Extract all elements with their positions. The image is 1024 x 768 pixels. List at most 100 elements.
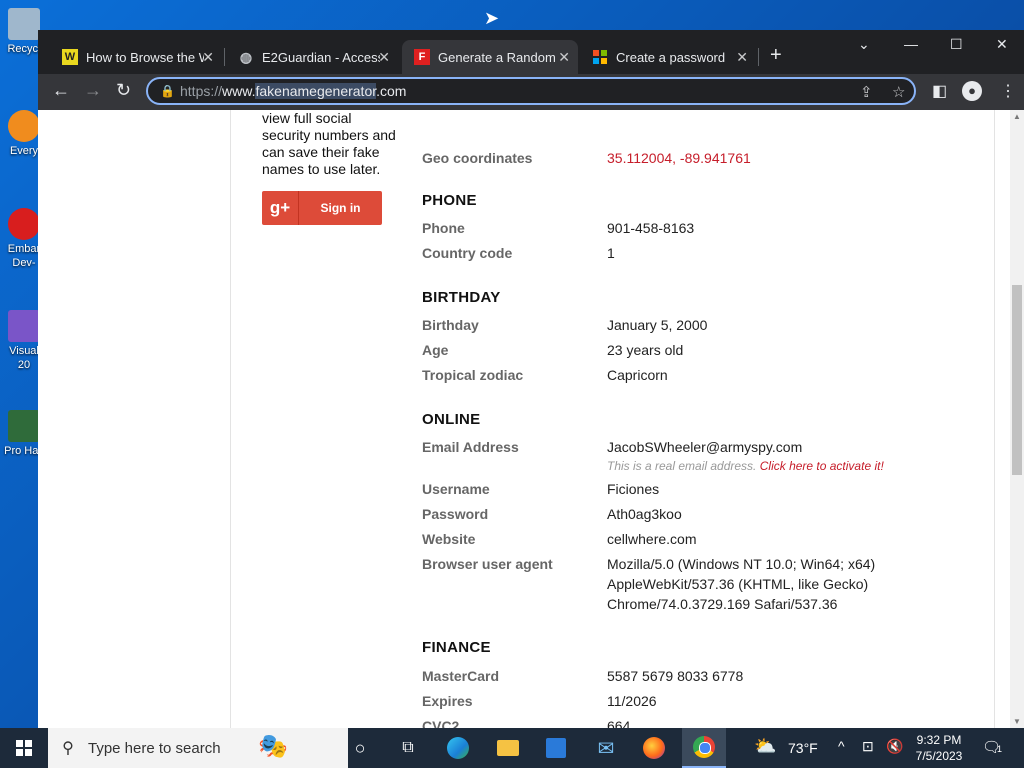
- age-value: 23 years old: [607, 342, 684, 358]
- cvc2-value: 664: [607, 718, 631, 728]
- tab-fakename[interactable]: F Generate a Random N ✕: [402, 40, 578, 74]
- section-finance: FINANCE: [422, 639, 491, 656]
- right-divider: [994, 110, 995, 728]
- share-icon[interactable]: ⇪: [860, 83, 873, 101]
- weather-icon[interactable]: ⛅: [754, 736, 776, 757]
- firefox-icon[interactable]: [636, 728, 672, 768]
- side-panel-icon[interactable]: ◧: [932, 81, 947, 101]
- phone-label: Phone: [422, 220, 465, 236]
- tab-title: E2Guardian - Access: [262, 49, 380, 65]
- scrollbar-thumb[interactable]: [1012, 285, 1022, 475]
- useragent-label: Browser user agent: [422, 556, 553, 572]
- mouse-cursor-icon: ➤: [484, 8, 500, 28]
- windows-icon: [16, 740, 32, 756]
- google-plus-icon: g+: [262, 191, 299, 225]
- tab-search-button[interactable]: ⌄: [858, 36, 870, 53]
- username-label: Username: [422, 481, 490, 497]
- url-host-prefix: www.: [222, 83, 256, 99]
- clock[interactable]: 9:32 PM 7/5/2023: [912, 732, 966, 764]
- start-button[interactable]: [0, 728, 48, 768]
- google-signin-button[interactable]: g+ Sign in: [262, 191, 382, 225]
- tab-wikihow[interactable]: W How to Browse the W ✕: [50, 40, 222, 74]
- forward-button[interactable]: →: [84, 80, 102, 101]
- desktop-icon-label: Recycl: [7, 43, 41, 55]
- weather-temp[interactable]: 73°F: [788, 740, 818, 756]
- taskbar-search-box[interactable]: ⚲ Type here to search 🎭: [48, 728, 348, 768]
- age-label: Age: [422, 342, 449, 358]
- expires-value: 11/2026: [607, 693, 657, 709]
- email-note-text: This is a real email address.: [607, 459, 757, 473]
- desktop-icon-label: Visual 20: [9, 345, 39, 371]
- password-value: Ath0ag3koo: [607, 506, 682, 522]
- promo-text: view full social security numbers and ca…: [262, 110, 396, 177]
- globe-icon: ◍: [239, 48, 253, 65]
- url-host-selected: fakenamegenerator: [255, 83, 377, 99]
- chevron-up-icon[interactable]: ^: [838, 738, 845, 754]
- mastercard-value: 5587 5679 8033 6778: [607, 668, 744, 684]
- page-scrollbar[interactable]: ▲ ▼: [1010, 110, 1024, 728]
- tab-title: Create a password: [616, 49, 726, 65]
- bookmark-star-icon[interactable]: ☆: [892, 83, 905, 101]
- email-label: Email Address: [422, 439, 519, 455]
- scroll-up-icon[interactable]: ▲: [1013, 112, 1021, 121]
- close-window-button[interactable]: ✕: [996, 36, 1008, 53]
- store-icon[interactable]: [538, 728, 574, 768]
- new-tab-button[interactable]: +: [770, 44, 782, 67]
- activate-email-link[interactable]: Click here to activate it!: [760, 459, 884, 473]
- address-bar[interactable]: 🔒 https://www.fakenamegenerator.com ⇪ ☆: [146, 77, 916, 105]
- signin-label: Sign in: [320, 201, 361, 215]
- geo-value[interactable]: 35.112004, -89.941761: [607, 148, 751, 168]
- back-button[interactable]: ←: [52, 80, 70, 101]
- phone-value: 901-458-8163: [607, 220, 695, 236]
- clock-time: 9:32 PM: [916, 733, 962, 747]
- everything-icon: [8, 110, 40, 142]
- email-note: This is a real email address. Click here…: [607, 459, 884, 473]
- network-icon[interactable]: ⊡: [862, 738, 874, 755]
- notification-count: 1: [997, 744, 1003, 754]
- section-phone: PHONE: [422, 192, 477, 209]
- chrome-taskbar-icon[interactable]: [682, 728, 726, 768]
- tab-separator: [224, 48, 225, 66]
- volume-muted-icon[interactable]: 🔇: [886, 738, 903, 755]
- scroll-down-icon[interactable]: ▼: [1013, 717, 1021, 726]
- tab-create-password[interactable]: Create a password ✕: [580, 40, 756, 74]
- file-explorer-icon[interactable]: [490, 728, 526, 768]
- mastercard-label: MasterCard: [422, 668, 500, 684]
- tab-separator: [758, 48, 759, 66]
- tab-title: How to Browse the W: [86, 49, 204, 65]
- desktop-icon-label: Every: [9, 145, 39, 157]
- search-highlight-icon: 🎭: [258, 733, 288, 760]
- cortana-icon[interactable]: ○: [342, 728, 378, 768]
- close-icon[interactable]: ✕: [202, 49, 214, 66]
- menu-icon[interactable]: ⋮: [1000, 81, 1016, 101]
- maximize-button[interactable]: ☐: [950, 36, 963, 53]
- useragent-value: Mozilla/5.0 (Windows NT 10.0; Win64; x64…: [607, 554, 875, 614]
- browser-window: W How to Browse the W ✕ ◍ E2Guardian - A…: [38, 30, 1024, 728]
- geo-label: Geo coordinates: [422, 150, 533, 166]
- website-label: Website: [422, 531, 476, 547]
- process-hacker-icon: [8, 410, 40, 442]
- useragent-line: Chrome/74.0.3729.169 Safari/537.36: [607, 596, 838, 612]
- close-icon[interactable]: ✕: [736, 49, 748, 66]
- zodiac-value: Capricorn: [607, 367, 668, 383]
- section-birthday: BIRTHDAY: [422, 289, 501, 306]
- mail-icon[interactable]: ✉: [588, 728, 624, 768]
- email-value: JacobSWheeler@armyspy.com: [607, 439, 803, 455]
- reload-button[interactable]: ↻: [116, 80, 131, 101]
- notification-icon[interactable]: 🗨1: [982, 738, 1002, 756]
- url-text: https://www.fakenamegenerator.com: [180, 83, 406, 99]
- tab-e2guardian[interactable]: ◍ E2Guardian - Access ✕: [226, 40, 398, 74]
- website-value: cellwhere.com: [607, 531, 697, 547]
- close-icon[interactable]: ✕: [378, 49, 390, 66]
- edge-icon[interactable]: [440, 728, 476, 768]
- profile-icon[interactable]: ●: [962, 81, 982, 101]
- fakename-icon: F: [414, 49, 430, 65]
- minimize-button[interactable]: —: [904, 36, 918, 52]
- country-code-label: Country code: [422, 245, 513, 261]
- url-host-suffix: .com: [376, 83, 407, 99]
- left-divider: [230, 110, 231, 728]
- close-icon[interactable]: ✕: [558, 49, 570, 66]
- birthday-value: January 5, 2000: [607, 317, 708, 333]
- task-view-icon[interactable]: ⧉: [390, 728, 426, 768]
- useragent-line: AppleWebKit/537.36 (KHTML, like Gecko): [607, 576, 869, 592]
